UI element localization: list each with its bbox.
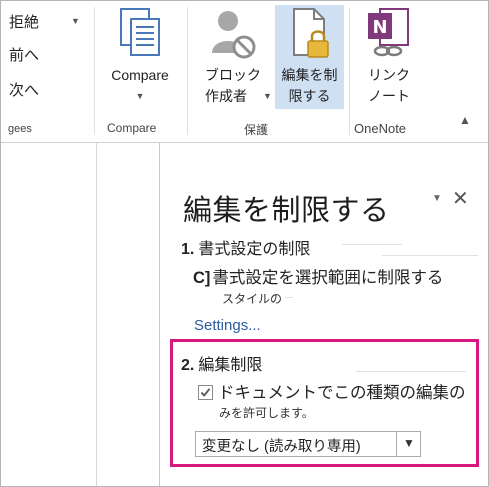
document-margin-line <box>96 143 97 486</box>
section-number: 2. <box>181 357 195 374</box>
section-rule <box>285 297 293 298</box>
chevron-down-icon: ▼ <box>403 436 415 450</box>
onenote-linked-notes-icon: N <box>368 8 409 57</box>
block-authors-label-line1: ブロック <box>205 67 261 83</box>
block-authors-dropdown-arrow-icon[interactable]: ▼ <box>263 91 272 101</box>
section-rule <box>382 255 478 256</box>
section-title: 書式設定の制限 <box>198 241 311 258</box>
allow-editing-type-label[interactable]: ドキュメントでこの種類の編集の <box>218 379 466 403</box>
editing-restrictions-heading: 2. 編集制限 <box>181 351 262 375</box>
linked-notes-label-line1: リンク <box>368 67 410 83</box>
block-authors-button[interactable]: ブロック 作成者 <box>193 7 273 107</box>
group-separator <box>187 7 188 135</box>
previous-button[interactable]: 前へ <box>9 44 39 68</box>
allow-editing-type-checkbox[interactable] <box>198 385 213 400</box>
compare-icon <box>120 8 160 56</box>
group-separator <box>349 7 350 135</box>
block-authors-icon <box>212 11 256 59</box>
formatting-restriction-checkbox-label[interactable]: C] 書式設定を選択範囲に制限する <box>193 264 443 288</box>
section-rule <box>342 244 402 245</box>
linked-notes-button[interactable]: N リンク ノート <box>353 7 425 107</box>
close-icon[interactable]: ✕ <box>452 186 469 211</box>
restrict-editing-icon <box>292 8 329 58</box>
restrict-editing-label-line1: 編集を制 <box>281 67 338 83</box>
editing-type-dropdown[interactable]: 変更なし (読み取り専用) ▼ <box>195 431 421 457</box>
svg-text:N: N <box>372 17 387 38</box>
reject-dropdown-arrow-icon[interactable]: ▼ <box>71 16 80 26</box>
section-rule <box>356 371 466 372</box>
pane-options-icon[interactable]: ▼ <box>432 193 442 204</box>
checkbox-placeholder[interactable]: C] <box>193 269 210 287</box>
compare-button[interactable]: Compare ▼ <box>102 7 178 107</box>
editing-type-dropdown-value: 変更なし (読み取り専用) <box>202 439 361 455</box>
linked-notes-label-line2: ノート <box>368 88 410 104</box>
reject-button[interactable]: 拒絶 <box>9 11 39 35</box>
restrict-editing-pane: 編集を制限する ▼ ✕ 1. 書式設定の制限 C] 書式設定を選択範囲に制限する ス… <box>160 143 488 486</box>
allow-editing-type-sublabel: みを許可します。 <box>219 406 314 420</box>
restrict-editing-label-line2: 限する <box>288 88 331 104</box>
dropdown-arrow-button[interactable]: ▼ <box>396 432 420 456</box>
protect-group-label: 保護 <box>244 123 269 137</box>
formatting-restrictions-heading: 1. 書式設定の制限 <box>181 235 310 259</box>
ribbon: 拒絶 ▼ 前へ 次へ gees Compare ▼ Compare ブロック 作… <box>1 1 488 143</box>
styles-sublabel: スタイルの <box>222 292 283 306</box>
pane-title: 編集を制限する <box>183 193 390 227</box>
compare-dropdown-arrow-icon: ▼ <box>135 91 145 101</box>
settings-link[interactable]: Settings... <box>194 317 261 334</box>
document-area[interactable] <box>1 143 159 486</box>
collapse-ribbon-icon[interactable]: ▲ <box>459 113 471 127</box>
section-number: 1. <box>181 241 195 258</box>
group-separator <box>94 7 95 135</box>
block-authors-label-line2: 作成者 <box>205 88 247 104</box>
formatting-restriction-text: 書式設定を選択範囲に制限する <box>212 269 444 287</box>
section-title: 編集制限 <box>198 357 263 374</box>
restrict-editing-button[interactable]: 編集を制 限する <box>275 5 344 109</box>
compare-button-label: Compare <box>111 67 169 83</box>
onenote-group-label: OneNote <box>354 121 407 136</box>
changes-group-label: gees <box>8 123 32 135</box>
checkmark-icon <box>200 388 211 397</box>
next-button[interactable]: 次へ <box>9 79 39 103</box>
compare-group-label: Compare <box>107 121 157 135</box>
